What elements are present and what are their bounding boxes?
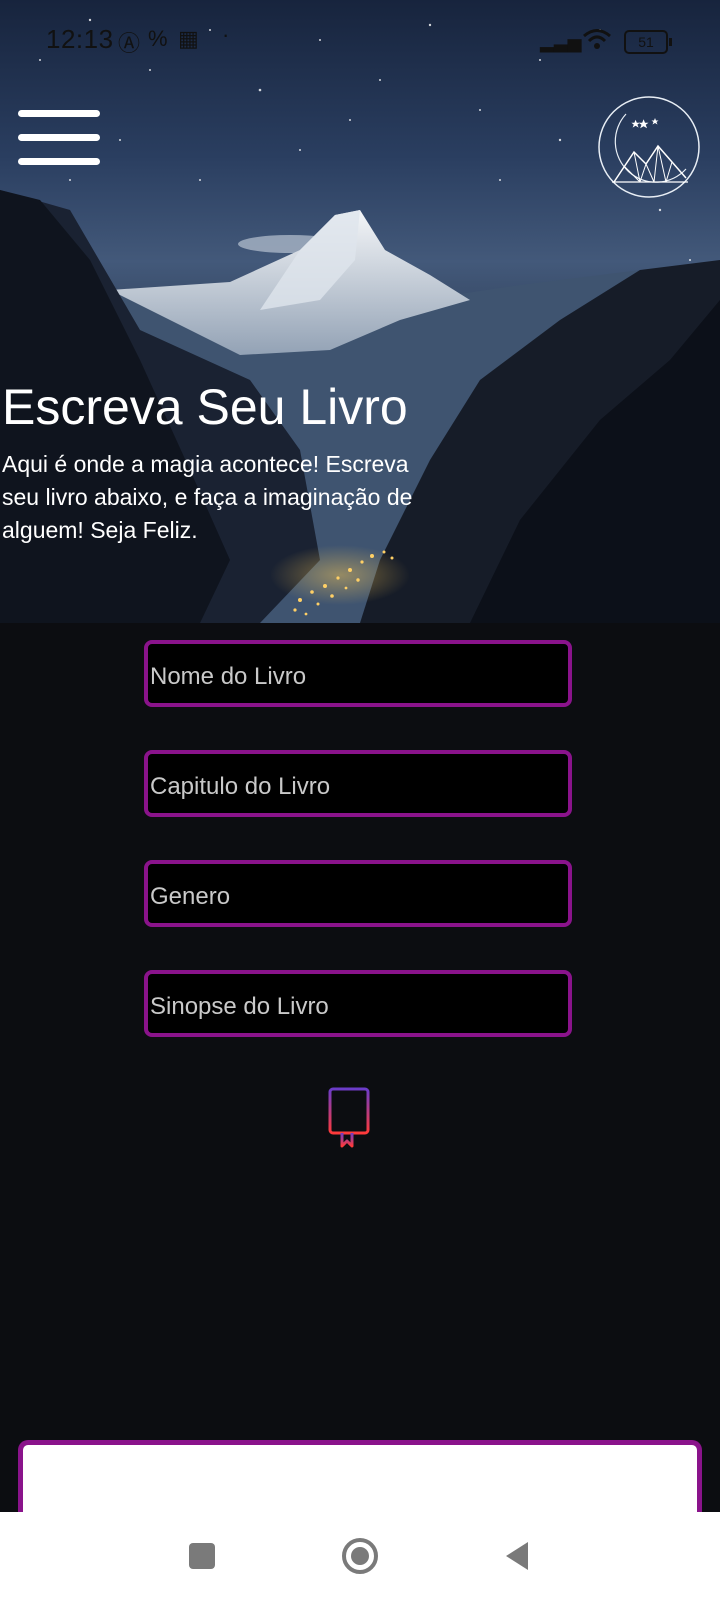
dot-icon: · bbox=[222, 22, 230, 47]
genre-field[interactable] bbox=[144, 860, 572, 927]
synopsis-field[interactable] bbox=[144, 970, 572, 1037]
hero-banner: 12:13 Ⓐ % ▦ · ▂▃▅ 51 Escreva Seu Livro A… bbox=[0, 0, 720, 623]
text-editor-area[interactable] bbox=[18, 1440, 702, 1520]
grid-icon: ▦ bbox=[178, 26, 199, 51]
moon-mountain-logo-icon[interactable] bbox=[596, 94, 702, 200]
page-subtitle: Aqui é onde a magia acontece! Escreva se… bbox=[2, 451, 413, 543]
book-name-field[interactable] bbox=[144, 640, 572, 707]
signal-icon: ▂▃▅ bbox=[540, 32, 582, 52]
wifi-icon bbox=[583, 29, 611, 49]
synopsis-input[interactable] bbox=[148, 974, 568, 1033]
hamburger-menu-icon[interactable] bbox=[18, 110, 100, 166]
status-bar: 12:13 Ⓐ % ▦ · ▂▃▅ 51 bbox=[0, 0, 720, 80]
home-circle-icon[interactable] bbox=[338, 1534, 382, 1578]
genre-input[interactable] bbox=[148, 864, 568, 923]
chapter-field[interactable] bbox=[144, 750, 572, 817]
percent-icon: % bbox=[148, 26, 168, 51]
a-icon: Ⓐ bbox=[118, 31, 141, 56]
page-title: Escreva Seu Livro bbox=[2, 379, 408, 435]
battery-icon: 51 bbox=[624, 30, 672, 54]
system-navigation-bar bbox=[0, 1512, 720, 1600]
book-icon[interactable] bbox=[326, 1086, 374, 1150]
battery-level: 51 bbox=[638, 34, 654, 50]
status-time: 12:13 bbox=[46, 24, 114, 54]
recents-square-icon[interactable] bbox=[180, 1534, 224, 1578]
chapter-input[interactable] bbox=[148, 754, 568, 813]
back-triangle-icon[interactable] bbox=[496, 1534, 540, 1578]
book-name-input[interactable] bbox=[148, 644, 568, 703]
